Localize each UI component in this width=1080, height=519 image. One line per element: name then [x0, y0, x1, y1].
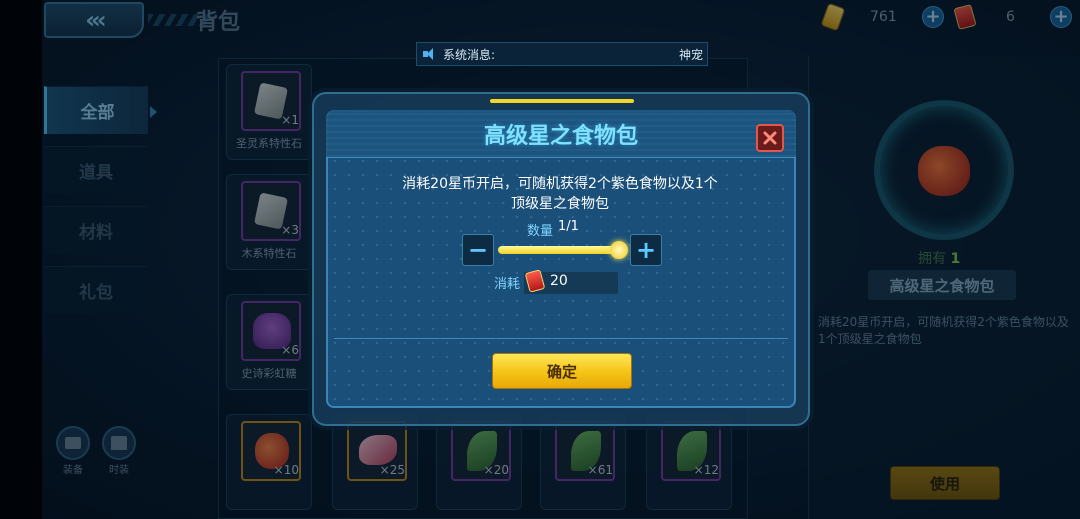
- decrease-button[interactable]: −: [462, 234, 494, 266]
- minus-icon: −: [467, 236, 489, 264]
- close-icon: [763, 131, 777, 145]
- quantity-slider[interactable]: [498, 246, 622, 254]
- dialog-accent-bar: [490, 99, 634, 103]
- slider-handle[interactable]: [610, 241, 628, 259]
- confirm-button[interactable]: 确定: [492, 353, 632, 389]
- system-message-text: 神宠: [678, 47, 703, 62]
- system-message-label: 系统消息:: [443, 47, 496, 62]
- cost-value: 20: [550, 273, 568, 289]
- quantity-label: 数量: [527, 224, 554, 239]
- dialog-title: 高级星之食物包: [483, 124, 638, 149]
- increase-button[interactable]: +: [630, 234, 662, 266]
- close-button[interactable]: [756, 124, 784, 152]
- game-screen: «‹ 背包 761 + 6 + 全部 道具 材料 礼包 装备 时装 ×1 圣灵系…: [0, 0, 1080, 519]
- quantity-value: 1/1: [558, 219, 579, 234]
- system-message-bar: 系统消息: 神宠: [416, 42, 708, 66]
- plus-icon: +: [635, 236, 657, 264]
- cost-label: 消耗: [494, 277, 521, 292]
- dialog-divider: [334, 338, 788, 339]
- dialog-description: 消耗20星币开启，可随机获得2个紫色食物以及1个顶级星之食物包: [402, 176, 718, 212]
- slider-fill: [498, 246, 622, 254]
- speaker-icon: [423, 48, 437, 60]
